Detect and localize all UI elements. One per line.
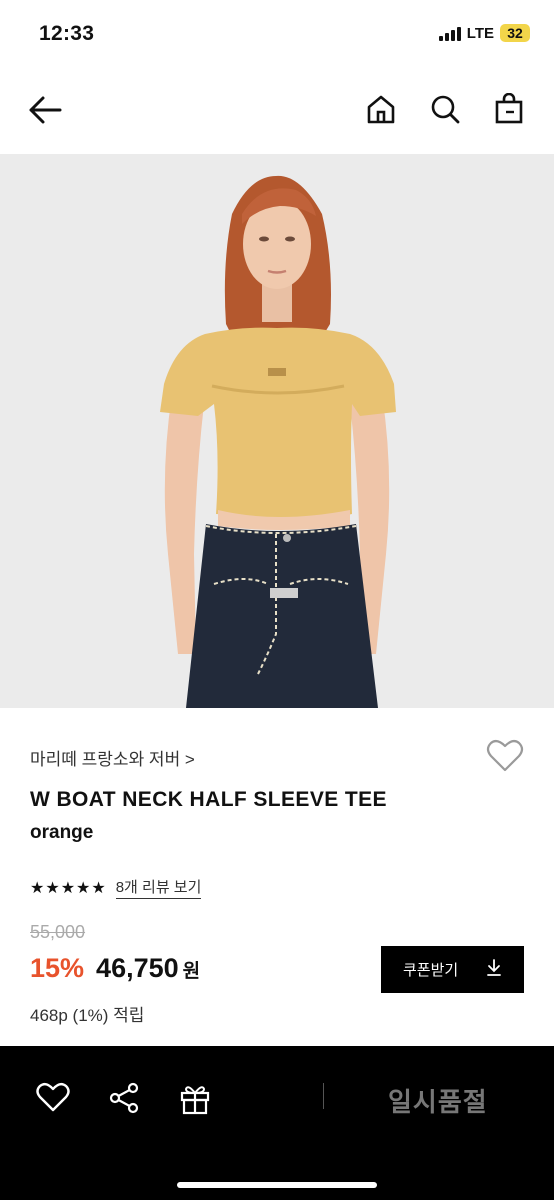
product-name: W BOAT NECK HALF SLEEVE TEE: [30, 788, 387, 811]
back-arrow-icon[interactable]: [26, 92, 66, 128]
nav-bar: [0, 80, 554, 140]
original-price: 55,000: [30, 922, 86, 942]
sale-price: 46,750: [96, 953, 179, 983]
nav-actions: [362, 90, 528, 128]
status-bar: 12:33 LTE 32: [0, 0, 554, 70]
star-icon: ★: [60, 879, 76, 897]
share-icon[interactable]: [106, 1080, 142, 1116]
star-icon: ★: [30, 879, 45, 897]
signal-icon: [438, 26, 461, 41]
download-icon: [486, 958, 502, 981]
home-indicator: [177, 1182, 377, 1188]
search-icon[interactable]: [426, 90, 464, 128]
rating-stars: ★ ★ ★ ★ ★: [30, 878, 106, 898]
star-icon: ★: [91, 879, 106, 897]
product-color: orange: [30, 822, 94, 843]
rating: ★ ★ ★ ★ ★ 8개 리뷰 보기: [30, 876, 202, 899]
price-row: 15% 46,750 원: [30, 953, 200, 984]
discount-rate: 15%: [30, 953, 85, 983]
currency-label: 원: [182, 961, 201, 982]
coupon-button[interactable]: 쿠폰받기: [381, 946, 524, 993]
battery-icon: 32: [500, 24, 530, 42]
star-icon: ★: [76, 879, 91, 897]
divider: [323, 1083, 324, 1109]
review-link[interactable]: 8개 리뷰 보기: [115, 876, 202, 899]
shopping-bag-icon[interactable]: [490, 90, 528, 128]
status-time: 12:33: [39, 22, 95, 45]
reward-points: 468p (1%) 적립: [30, 1006, 145, 1025]
wishlist-heart-icon[interactable]: [486, 738, 524, 774]
brand-link[interactable]: 마리떼 프랑소와 저버 >: [30, 745, 195, 770]
gift-icon[interactable]: [177, 1080, 213, 1116]
soldout-button[interactable]: 일시품절: [388, 1082, 488, 1119]
heart-icon[interactable]: [35, 1080, 71, 1116]
product-image[interactable]: [0, 154, 554, 708]
star-icon: ★: [45, 879, 60, 897]
status-indicators: LTE 32: [438, 24, 530, 42]
home-icon[interactable]: [362, 90, 400, 128]
bottom-action-bar: 일시품절: [0, 1046, 554, 1200]
coupon-label: 쿠폰받기: [403, 962, 459, 979]
network-label: LTE: [466, 24, 494, 42]
